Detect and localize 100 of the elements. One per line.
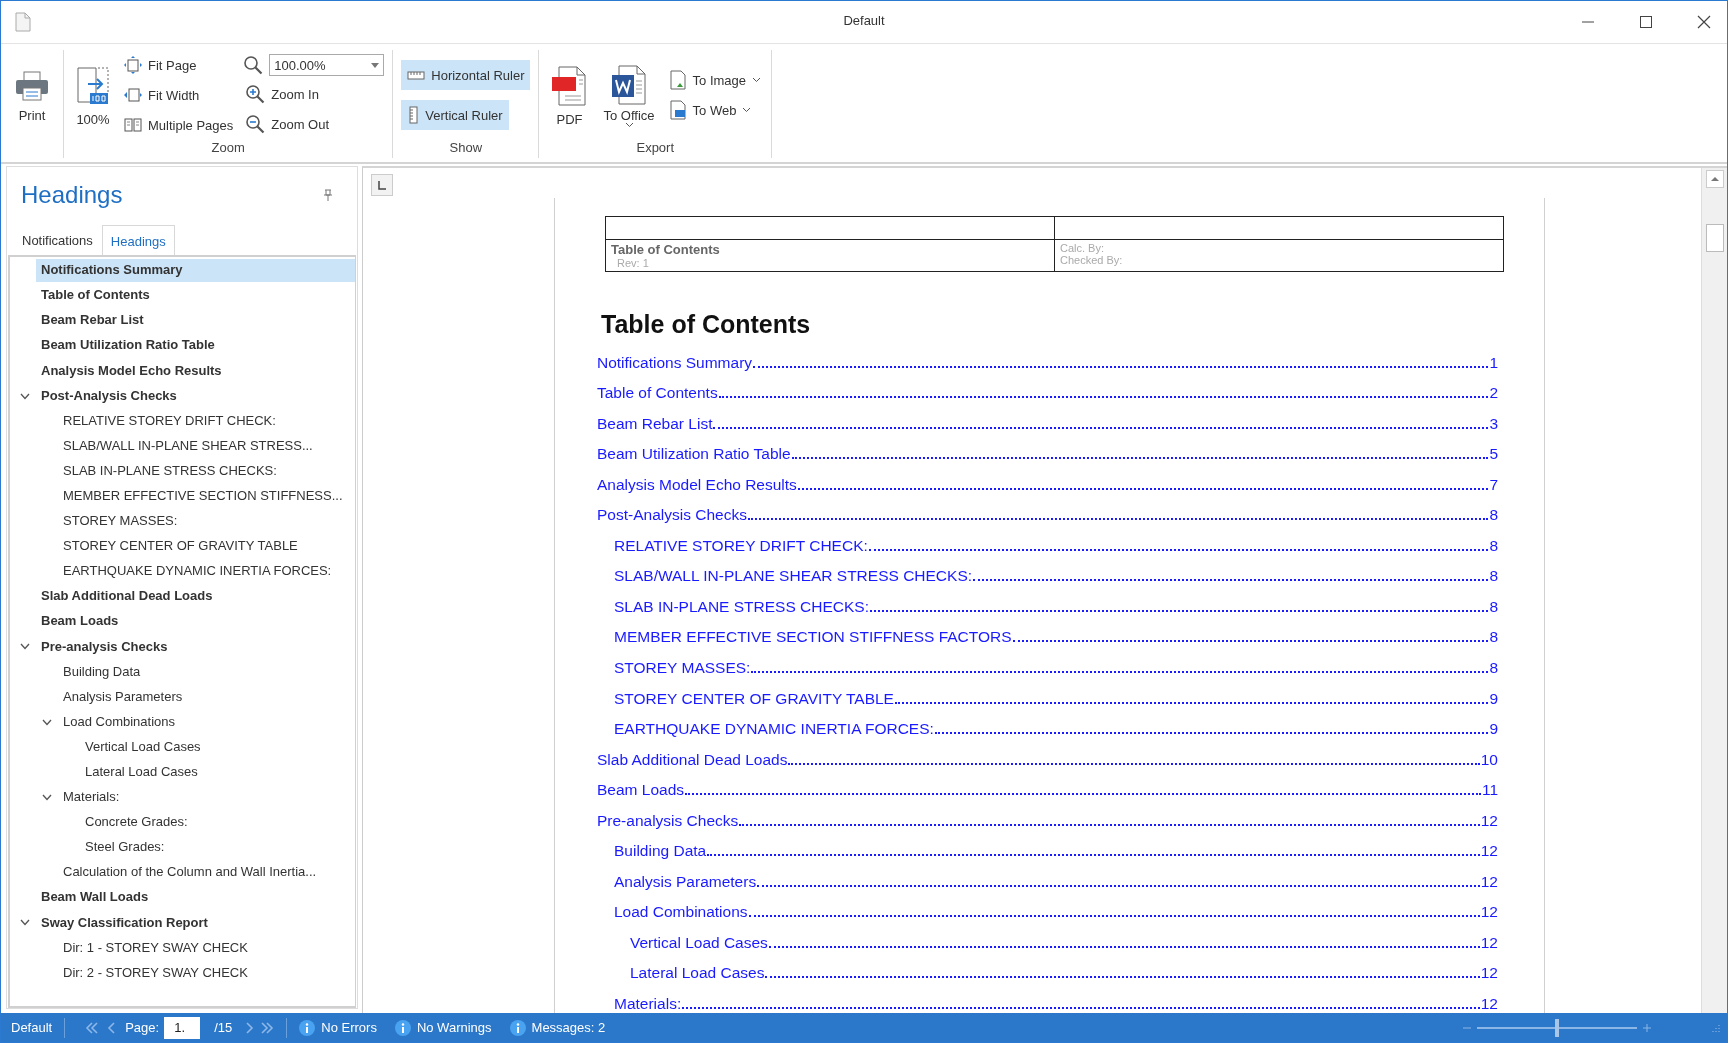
tree-item[interactable]: Dir: 2 - STOREY SWAY CHECK: [58, 961, 355, 985]
page-number[interactable]: 11: [1481, 781, 1498, 800]
ruler-corner-icon[interactable]: [371, 174, 393, 196]
toc-link[interactable]: Beam Loads: [597, 781, 685, 800]
tree-item[interactable]: Slab Additional Dead Loads: [36, 585, 355, 609]
toc-link[interactable]: STOREY MASSES:: [614, 659, 751, 677]
toc-link[interactable]: Pre-analysis Checks: [597, 811, 739, 830]
last-page-icon[interactable]: [260, 1020, 275, 1035]
page-number[interactable]: 12: [1480, 903, 1498, 922]
ruler-toggle[interactable]: Vertical Ruler: [401, 100, 509, 130]
toc-link[interactable]: Analysis Model Echo Results: [597, 475, 797, 494]
toc-link[interactable]: RELATIVE STOREY DRIFT CHECK:: [614, 536, 868, 555]
toc-link[interactable]: Table of Contents: [597, 384, 718, 403]
tree-item[interactable]: Analysis Parameters: [58, 685, 355, 709]
page-number[interactable]: 12: [1480, 872, 1498, 891]
page-number[interactable]: 7: [1489, 475, 1498, 494]
page-number[interactable]: 8: [1489, 597, 1498, 616]
page-number[interactable]: 12: [1480, 811, 1498, 830]
page-number[interactable]: 8: [1489, 628, 1498, 647]
tree-item[interactable]: Beam Rebar List: [36, 309, 355, 333]
toc-link[interactable]: MEMBER EFFECTIVE SECTION STIFFNESS FACTORS: [614, 628, 1012, 647]
close-icon[interactable]: [1697, 15, 1711, 29]
ribbon-button[interactable]: Multiple Pages: [122, 113, 236, 137]
tree-item[interactable]: Dir: 1 - STOREY SWAY CHECK: [58, 936, 355, 960]
page-number[interactable]: 9: [1489, 689, 1498, 708]
page-number[interactable]: 8: [1489, 567, 1498, 586]
page-number[interactable]: 12: [1480, 842, 1498, 861]
ribbon-button[interactable]: Fit Page: [122, 53, 236, 77]
tree-item[interactable]: Notifications Summary: [36, 259, 355, 282]
tree-item[interactable]: Calculation of the Column and Wall Inertia...: [58, 861, 355, 885]
ribbon-button[interactable]: 100%: [72, 61, 114, 131]
page-number[interactable]: 3: [1489, 414, 1498, 433]
chevron-icon[interactable]: [20, 919, 30, 927]
toc-link[interactable]: SLAB/WALL IN-PLANE SHEAR STRESS CHECKS:: [614, 567, 973, 586]
toc-link[interactable]: EARTHQUAKE DYNAMIC INERTIA FORCES:: [614, 720, 934, 739]
zoom-combo[interactable]: 100.00%: [269, 54, 385, 76]
toc-link[interactable]: SLAB IN-PLANE STRESS CHECKS:: [614, 597, 869, 616]
toc-link[interactable]: Notifications Summary: [597, 353, 753, 372]
tree-item[interactable]: Vertical Load Cases: [80, 735, 355, 759]
tree-item[interactable]: Post-Analysis Checks: [36, 384, 355, 408]
ribbon-button[interactable]: Fit Width: [122, 83, 236, 107]
chevron-icon[interactable]: [20, 392, 30, 400]
page-number[interactable]: 12: [1480, 933, 1498, 952]
tree-item[interactable]: Analysis Model Echo Results: [36, 359, 355, 383]
chevron-icon[interactable]: [42, 718, 52, 726]
ribbon-button[interactable]: Print: [11, 65, 53, 127]
tree-item[interactable]: Materials:: [58, 786, 355, 809]
page-number[interactable]: 8: [1489, 536, 1498, 555]
page-number[interactable]: 12: [1480, 995, 1498, 1013]
page-number[interactable]: 8: [1489, 506, 1498, 525]
tree-item[interactable]: Table of Contents: [36, 284, 355, 308]
page-number[interactable]: 12: [1480, 964, 1498, 983]
scroll-thumb-icon[interactable]: [1705, 224, 1724, 252]
tree-item[interactable]: EARTHQUAKE DYNAMIC INERTIA FORCES:: [58, 560, 355, 584]
tree-item[interactable]: Beam Utilization Ratio Table: [36, 334, 355, 358]
tree-item[interactable]: MEMBER EFFECTIVE SECTION STIFFNESS...: [58, 485, 355, 508]
tree-item[interactable]: Steel Grades:: [80, 836, 355, 860]
pin-icon[interactable]: [323, 189, 333, 201]
panel-tab[interactable]: Notifications: [13, 225, 102, 255]
tree-item[interactable]: RELATIVE STOREY DRIFT CHECK:: [58, 409, 355, 433]
toc-link[interactable]: STOREY CENTER OF GRAVITY TABLE: [614, 689, 894, 708]
maximize-icon[interactable]: [1639, 15, 1653, 29]
toc-link[interactable]: Beam Rebar List: [597, 414, 713, 433]
page-number[interactable]: 1: [1489, 353, 1498, 372]
tree-item[interactable]: Load Combinations: [58, 710, 355, 734]
toc-link[interactable]: Analysis Parameters: [614, 872, 757, 891]
toc-link[interactable]: Materials:: [614, 995, 682, 1013]
tree-item[interactable]: Building Data: [58, 660, 355, 684]
ribbon-button[interactable]: To Image: [666, 68, 764, 92]
ribbon-button[interactable]: To Web: [666, 98, 764, 122]
scroll-up-icon[interactable]: [1705, 170, 1724, 188]
ribbon-button[interactable]: Zoom In: [243, 82, 385, 106]
ribbon-button[interactable]: PDF: [547, 61, 592, 131]
chevron-icon[interactable]: [42, 794, 52, 801]
toc-link[interactable]: Post-Analysis Checks: [597, 506, 747, 525]
first-page-icon[interactable]: [85, 1020, 100, 1035]
tree-item[interactable]: STOREY MASSES:: [58, 510, 355, 533]
tree-item[interactable]: Beam Loads: [36, 610, 355, 634]
toc-link[interactable]: Lateral Load Cases: [630, 964, 765, 983]
toc-link[interactable]: Beam Utilization Ratio Table: [597, 445, 791, 464]
ribbon-button[interactable]: Zoom Out: [243, 112, 385, 136]
page-number[interactable]: 2: [1489, 384, 1498, 403]
page-number[interactable]: 9: [1489, 720, 1498, 739]
chevron-icon[interactable]: [20, 643, 30, 651]
toc-link[interactable]: Building Data: [614, 842, 707, 861]
tree-item[interactable]: SLAB/WALL IN-PLANE SHEAR STRESS...: [58, 434, 355, 458]
tree-item[interactable]: Beam Wall Loads: [36, 886, 355, 910]
tree-item[interactable]: Pre-analysis Checks: [36, 635, 355, 659]
page-field[interactable]: 1.: [164, 1016, 201, 1039]
tree-item[interactable]: Sway Classification Report: [36, 911, 355, 935]
ribbon-button[interactable]: To Office: [599, 60, 659, 132]
page-number[interactable]: 10: [1480, 750, 1498, 769]
page-number[interactable]: 8: [1489, 659, 1498, 677]
toc-link[interactable]: Slab Additional Dead Loads: [597, 750, 788, 769]
toc-link[interactable]: Vertical Load Cases: [630, 933, 768, 952]
tree-item[interactable]: Concrete Grades:: [80, 811, 355, 834]
resize-grip-icon[interactable]: [1711, 1022, 1721, 1033]
tree-item[interactable]: STOREY CENTER OF GRAVITY TABLE: [58, 535, 355, 558]
slider-thumb[interactable]: [1555, 1018, 1559, 1037]
page-number[interactable]: 5: [1489, 445, 1498, 464]
